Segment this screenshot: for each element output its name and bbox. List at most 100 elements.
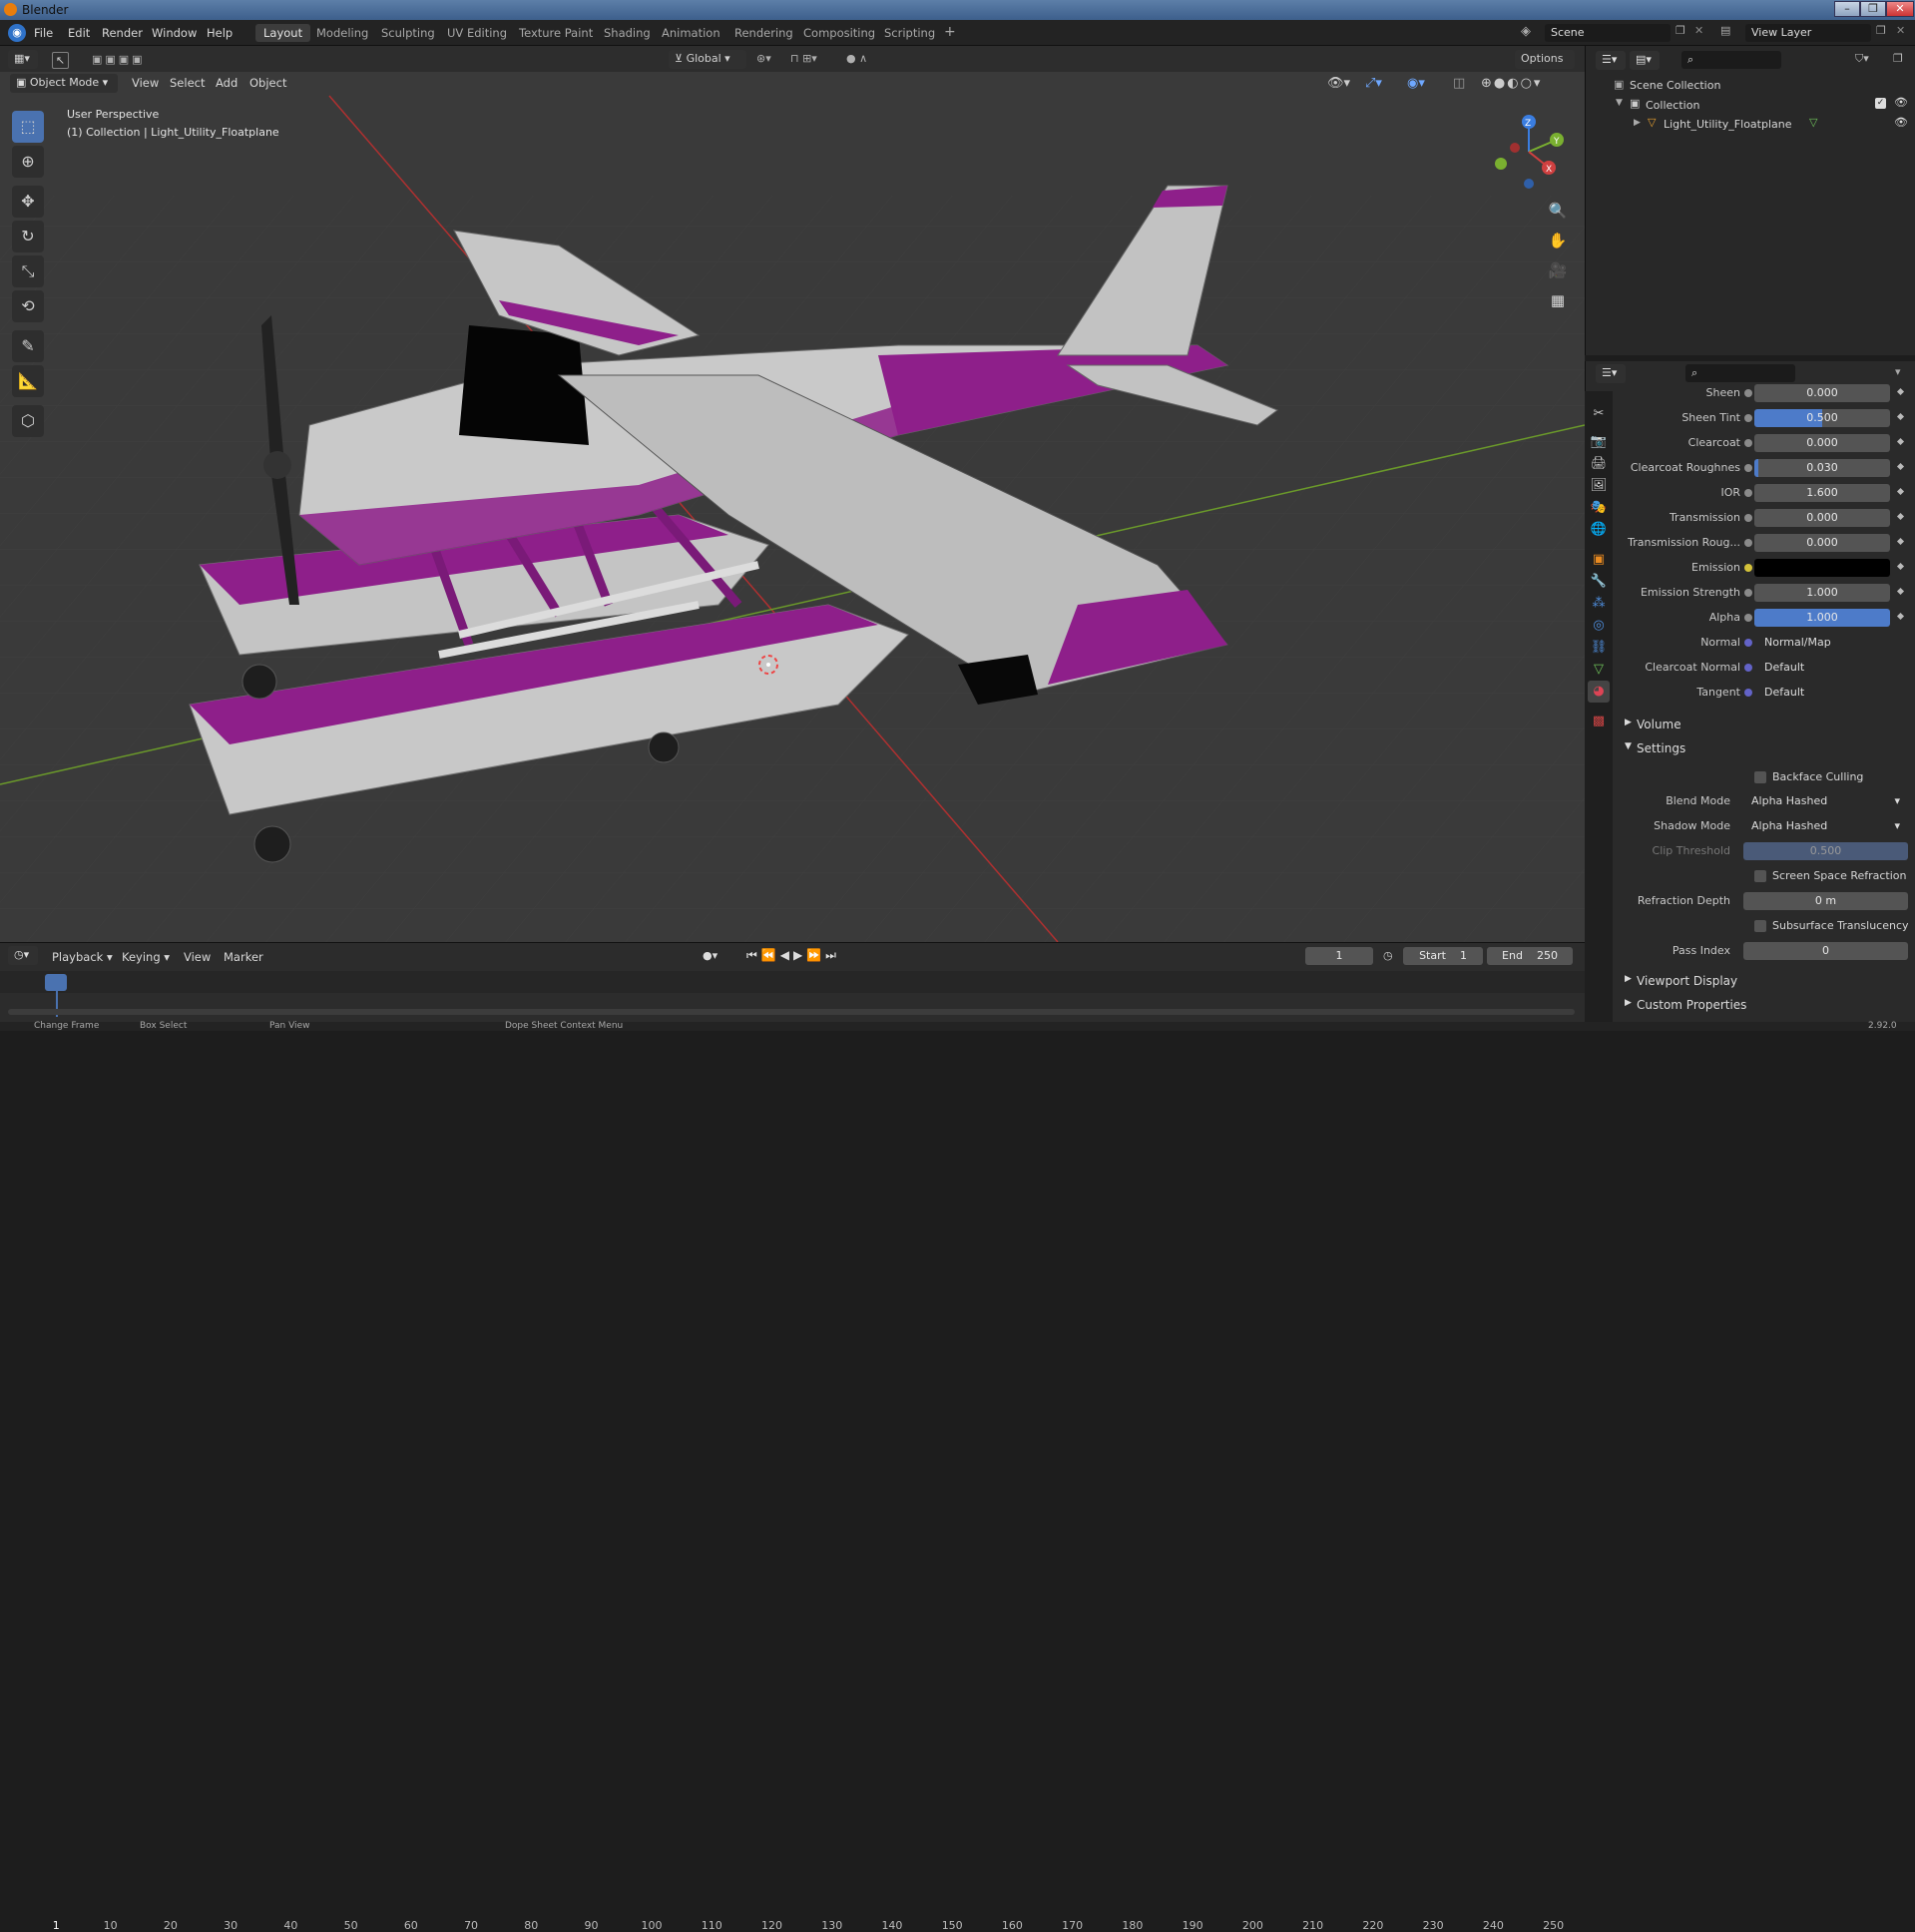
property-value[interactable]: 0.000 xyxy=(1754,534,1890,552)
property-value[interactable]: Default xyxy=(1754,684,1890,702)
select-box-tool-icon[interactable]: ⬚ xyxy=(12,111,44,143)
tab-uv-editing[interactable]: UV Editing xyxy=(439,24,515,42)
delete-view-layer-icon[interactable]: ✕ xyxy=(1896,24,1905,37)
property-value[interactable]: 0.000 xyxy=(1754,434,1890,452)
socket-icon[interactable] xyxy=(1744,489,1752,497)
property-value[interactable]: 1.600 xyxy=(1754,484,1890,502)
sss-checkbox[interactable] xyxy=(1754,920,1766,932)
world-tab-icon[interactable]: 🌐 xyxy=(1588,519,1610,541)
auto-keying-icon[interactable]: ●▾ xyxy=(703,949,718,962)
output-tab-icon[interactable]: 🖨 xyxy=(1588,453,1610,475)
add-cube-tool-icon[interactable]: ⬡ xyxy=(12,405,44,437)
menu-object[interactable]: Object xyxy=(249,76,286,90)
keyframe-icon[interactable] xyxy=(1896,437,1905,446)
scene-collection-label[interactable]: Scene Collection xyxy=(1630,79,1720,92)
gizmo-toggle-icon[interactable]: ⤢▾ xyxy=(1365,76,1382,91)
custom-properties-section-header[interactable]: ▶ Custom Properties xyxy=(1613,995,1915,1017)
shading-mode-icons[interactable]: ⊕●◐○▾ xyxy=(1481,76,1542,91)
socket-icon[interactable] xyxy=(1744,539,1752,547)
collection-label[interactable]: Collection xyxy=(1646,99,1699,112)
tab-shading[interactable]: Shading xyxy=(596,24,659,42)
tab-layout[interactable]: Layout xyxy=(255,24,311,42)
tab-scripting[interactable]: Scripting xyxy=(876,24,943,42)
annotate-tool-icon[interactable]: ✎ xyxy=(12,330,44,362)
new-scene-icon[interactable]: ❐ xyxy=(1676,24,1685,37)
tab-rendering[interactable]: Rendering xyxy=(726,24,801,42)
menu-add[interactable]: Add xyxy=(216,76,238,90)
navigation-gizmo[interactable]: Z Y X xyxy=(1487,110,1571,194)
close-window-button[interactable]: ✕ xyxy=(1886,1,1914,17)
new-view-layer-icon[interactable]: ❐ xyxy=(1876,24,1886,37)
playhead[interactable] xyxy=(45,974,67,991)
keyframe-icon[interactable] xyxy=(1896,387,1905,396)
socket-icon[interactable] xyxy=(1744,664,1752,672)
object-tab-icon[interactable]: ▣ xyxy=(1588,549,1610,571)
property-value[interactable]: 0.000 xyxy=(1754,384,1890,402)
3d-viewport[interactable]: ▦▾ ↖ ▣▣▣▣ ⊻ Global ▾ ⊛▾ ⊓ ⊞▾ ● ∧ Options… xyxy=(0,46,1585,942)
object-expand-icon[interactable]: ▶ xyxy=(1634,118,1641,128)
property-value[interactable]: Default xyxy=(1754,659,1890,677)
timeline-editor-type-button[interactable]: ◷▾ xyxy=(8,946,38,965)
material-tab-icon[interactable]: ◕ xyxy=(1588,681,1610,703)
timeline-menu-keying[interactable]: Keying ▾ xyxy=(122,950,170,964)
keyframe-icon[interactable] xyxy=(1896,412,1905,421)
scene-selector[interactable]: Scene xyxy=(1545,24,1671,42)
socket-icon[interactable] xyxy=(1744,439,1752,447)
pan-hand-icon[interactable]: ✋ xyxy=(1545,228,1571,253)
mode-dropdown[interactable]: ▣ Object Mode ▾ xyxy=(10,74,118,93)
properties-editor-type-button[interactable]: ☰▾ xyxy=(1596,364,1626,383)
delete-scene-icon[interactable]: ✕ xyxy=(1694,24,1703,37)
collection-exclude-checkbox[interactable]: ✓ xyxy=(1875,98,1886,109)
keyframe-icon[interactable] xyxy=(1896,537,1905,546)
socket-icon[interactable] xyxy=(1744,589,1752,597)
properties-options-icon[interactable]: ▾ xyxy=(1895,365,1901,378)
pivot-icon[interactable]: ⊛▾ xyxy=(756,52,771,65)
property-value[interactable] xyxy=(1754,559,1890,577)
measure-tool-icon[interactable]: 📐 xyxy=(12,365,44,397)
refraction-depth-field[interactable]: 0 m xyxy=(1743,892,1908,910)
modifier-tab-icon[interactable]: 🔧 xyxy=(1588,571,1610,593)
constraints-tab-icon[interactable]: ⛓ xyxy=(1588,637,1610,659)
keyframe-icon[interactable] xyxy=(1896,612,1905,621)
collection-visibility-icon[interactable]: 👁 xyxy=(1894,96,1908,109)
zoom-icon[interactable]: 🔍 xyxy=(1545,198,1571,224)
backface-culling-checkbox[interactable] xyxy=(1754,771,1766,783)
scene-icon[interactable]: ◈ xyxy=(1521,24,1531,39)
tab-modeling[interactable]: Modeling xyxy=(308,24,376,42)
menu-select[interactable]: Select xyxy=(170,76,205,90)
pass-index-field[interactable]: 0 xyxy=(1743,942,1908,960)
minimize-button[interactable]: – xyxy=(1834,1,1860,17)
clip-threshold-slider[interactable]: 0.500 xyxy=(1743,842,1908,860)
socket-icon[interactable] xyxy=(1744,389,1752,397)
keyframe-icon[interactable] xyxy=(1896,562,1905,571)
volume-section-header[interactable]: ▶ Volume xyxy=(1613,715,1915,736)
outliner-search-input[interactable]: ⌕ xyxy=(1681,51,1781,69)
menu-window[interactable]: Window xyxy=(152,26,197,40)
timeline-menu-marker[interactable]: Marker xyxy=(224,950,263,964)
socket-icon[interactable] xyxy=(1744,639,1752,647)
menu-view[interactable]: View xyxy=(132,76,159,90)
menu-edit[interactable]: Edit xyxy=(68,26,90,40)
socket-icon[interactable] xyxy=(1744,414,1752,422)
menu-file[interactable]: File xyxy=(34,26,53,40)
viewport-display-section-header[interactable]: ▶ Viewport Display xyxy=(1613,971,1915,993)
property-value[interactable]: 0.500 xyxy=(1754,409,1890,427)
maximize-button[interactable]: ❐ xyxy=(1860,1,1886,17)
tool-tab-icon[interactable]: ✂ xyxy=(1588,403,1610,425)
editor-type-button[interactable]: ▦▾ xyxy=(8,50,38,69)
blend-mode-dropdown[interactable]: Alpha Hashed ▾ xyxy=(1743,792,1908,810)
view-layer-icon[interactable]: ▤ xyxy=(1720,24,1730,37)
outliner-editor-type-button[interactable]: ☰▾ xyxy=(1596,51,1626,70)
options-dropdown[interactable]: Options xyxy=(1515,50,1575,69)
socket-icon[interactable] xyxy=(1744,514,1752,522)
playback-controls[interactable]: ⏮⏪◀▶⏩⏭ xyxy=(746,948,840,963)
texture-tab-icon[interactable]: ▩ xyxy=(1588,711,1610,732)
particles-tab-icon[interactable]: ⁂ xyxy=(1588,593,1610,615)
timeline-scrollbar[interactable] xyxy=(8,1009,1575,1015)
socket-icon[interactable] xyxy=(1744,564,1752,572)
keyframe-icon[interactable] xyxy=(1896,462,1905,471)
transform-orientation-dropdown[interactable]: ⊻ Global ▾ xyxy=(669,50,746,69)
snap-icon[interactable]: ⊓ ⊞▾ xyxy=(790,52,817,65)
move-tool-icon[interactable]: ✥ xyxy=(12,186,44,218)
menu-help[interactable]: Help xyxy=(207,26,233,40)
